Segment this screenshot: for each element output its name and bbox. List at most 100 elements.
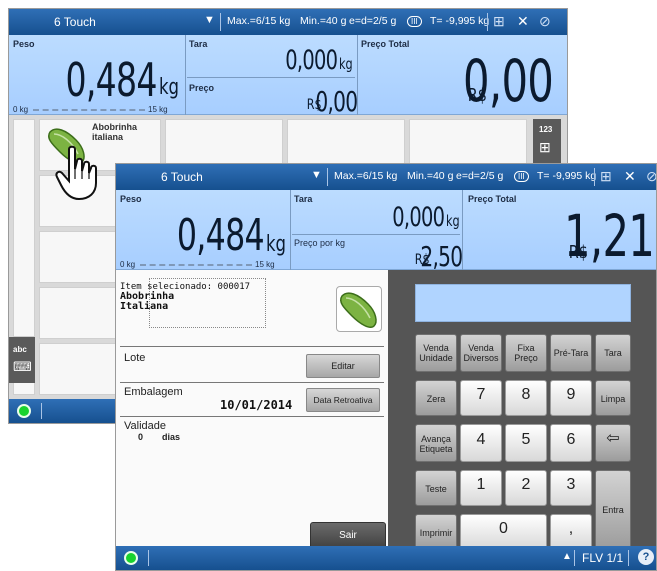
network-icon: ⊞: [493, 13, 505, 29]
weight-label: Peso: [120, 194, 142, 204]
validade-unit: dias: [162, 432, 181, 442]
tare-unit: kg: [339, 55, 353, 73]
app-menu-dropdown[interactable]: ▼: [204, 14, 215, 26]
network-icon: ⊞: [600, 168, 612, 184]
scale-max-label: 15 kg: [255, 260, 275, 269]
scale-display: Peso 0,484 kg 0 kg 15 kg Tara 0,000 kg P…: [116, 190, 656, 273]
product-name: Abobrinha italiana: [92, 122, 137, 142]
numeric-keypad: Venda Unidade Venda Diversos Fixa Preço Pré…: [388, 270, 656, 550]
weight-value: 0,484: [176, 210, 265, 261]
numeric-mode-button[interactable]: 123 ⊞: [533, 119, 561, 165]
status-led-icon: [124, 551, 138, 565]
status-up-icon[interactable]: ▲: [562, 551, 572, 562]
editar-button[interactable]: Editar: [306, 354, 380, 378]
weight-unit: kg: [159, 75, 180, 100]
tare-value: 0,000: [391, 202, 445, 233]
weight-label: Peso: [13, 39, 35, 49]
max-capacity: Max.=6/15 kg: [227, 15, 291, 27]
key-tara[interactable]: Tara: [595, 334, 631, 372]
tare-limit: T= -9,995 kg: [430, 15, 490, 27]
keyboard-icon: ⌨: [13, 359, 32, 374]
embalagem-label: Embalagem: [124, 386, 183, 398]
backspace-icon[interactable]: ⇦: [595, 424, 631, 462]
total-price-label: Preço Total: [468, 194, 517, 204]
weight-value: 0,484: [65, 53, 158, 107]
total-value: 0,00: [462, 47, 554, 115]
zucchini-icon: [340, 292, 377, 328]
key-pre-tara[interactable]: Pré-Tara: [550, 334, 592, 372]
alpha-mode-button[interactable]: abc ⌨: [9, 337, 35, 383]
price-per-kg-label: Preço por kg: [294, 238, 346, 248]
weight-unit: kg: [266, 232, 287, 257]
key-8[interactable]: 8: [505, 380, 547, 416]
total-price-label: Preço Total: [361, 39, 410, 49]
price-value: 2,50: [419, 240, 463, 273]
data-retroativa-button[interactable]: Data Retroativa: [306, 388, 380, 412]
total-value: 1,21: [563, 202, 655, 270]
status-bar: ▲ FLV 1/1 ?: [116, 546, 656, 570]
brand-logo-icon: ⊘: [539, 13, 551, 29]
accuracy-class: III: [514, 171, 529, 182]
key-6[interactable]: 6: [550, 424, 592, 462]
scale-display: Peso 0,484 kg 0 kg 15 kg Tara 0,000 kg P…: [9, 35, 567, 118]
division-info: e=d=2/5 g: [456, 170, 504, 182]
key-0[interactable]: 0: [460, 514, 547, 550]
key-imprimir[interactable]: Imprimir: [415, 514, 457, 550]
lote-label: Lote: [124, 352, 146, 364]
help-icon[interactable]: ?: [638, 549, 654, 565]
validade-label: Validade: [124, 420, 166, 432]
price-value: 0,00: [314, 85, 358, 118]
app-title: 6 Touch: [54, 15, 96, 29]
weight-bar: [33, 109, 145, 111]
app-menu-dropdown[interactable]: ▼: [311, 169, 322, 181]
key-fixa-preco[interactable]: Fixa Preço: [505, 334, 547, 372]
key-zera[interactable]: Zera: [415, 380, 457, 416]
key-5[interactable]: 5: [505, 424, 547, 462]
min-capacity: Min.=40 g: [407, 170, 454, 182]
accuracy-class: III: [407, 16, 422, 27]
weight-bar: [140, 264, 252, 266]
key-teste[interactable]: Teste: [415, 470, 457, 506]
keypad-display: [415, 284, 631, 322]
price-label: Preço: [189, 83, 215, 93]
grid-cell[interactable]: [13, 119, 35, 337]
item-image: [336, 286, 382, 332]
hand-pointer-icon: [55, 145, 97, 201]
tare-label: Tara: [294, 194, 313, 204]
key-1[interactable]: 1: [460, 470, 502, 506]
division-info: e=d=2/5 g: [349, 15, 397, 27]
tare-unit: kg: [446, 212, 460, 230]
brand-logo-icon: ⊘: [646, 168, 657, 184]
keypad-icon: ⊞: [539, 139, 551, 155]
min-capacity: Min.=40 g: [300, 15, 347, 27]
status-led-icon: [17, 404, 31, 418]
key-venda-diversos[interactable]: Venda Diversos: [460, 334, 502, 372]
product-detail-window: 6 Touch ▼ Max.=6/15 kg Min.=40 g e=d=2/5…: [115, 163, 657, 571]
close-icon[interactable]: ✕: [517, 13, 529, 30]
tare-label: Tara: [189, 39, 208, 49]
key-4[interactable]: 4: [460, 424, 502, 462]
key-avanca-etiqueta[interactable]: Avança Etiqueta: [415, 424, 457, 462]
key-venda-unidade[interactable]: Venda Unidade: [415, 334, 457, 372]
close-icon[interactable]: ✕: [624, 168, 636, 185]
key-entra[interactable]: Entra: [595, 470, 631, 550]
validade-value: 0: [138, 432, 144, 442]
max-capacity: Max.=6/15 kg: [334, 170, 398, 182]
key-limpa[interactable]: Limpa: [595, 380, 631, 416]
key-comma[interactable]: ,: [550, 514, 592, 550]
tare-value: 0,000: [284, 45, 338, 76]
key-3[interactable]: 3: [550, 470, 592, 506]
key-2[interactable]: 2: [505, 470, 547, 506]
key-7[interactable]: 7: [460, 380, 502, 416]
title-bar: 6 Touch ▼ Max.=6/15 kg Min.=40 g e=d=2/5…: [9, 9, 567, 35]
scale-min-label: 0 kg: [120, 260, 136, 269]
tare-limit: T= -9,995 kg: [537, 170, 597, 182]
item-name-line2: Italiana: [120, 301, 169, 312]
item-detail-panel: Item selecionado: 000017 Abobrinha Itali…: [116, 270, 388, 550]
scale-min-label: 0 kg: [13, 105, 29, 114]
scale-max-label: 15 kg: [148, 105, 168, 114]
app-title: 6 Touch: [161, 170, 203, 184]
status-text: FLV 1/1: [582, 551, 624, 565]
embalagem-date: 10/01/2014: [220, 398, 293, 412]
key-9[interactable]: 9: [550, 380, 592, 416]
